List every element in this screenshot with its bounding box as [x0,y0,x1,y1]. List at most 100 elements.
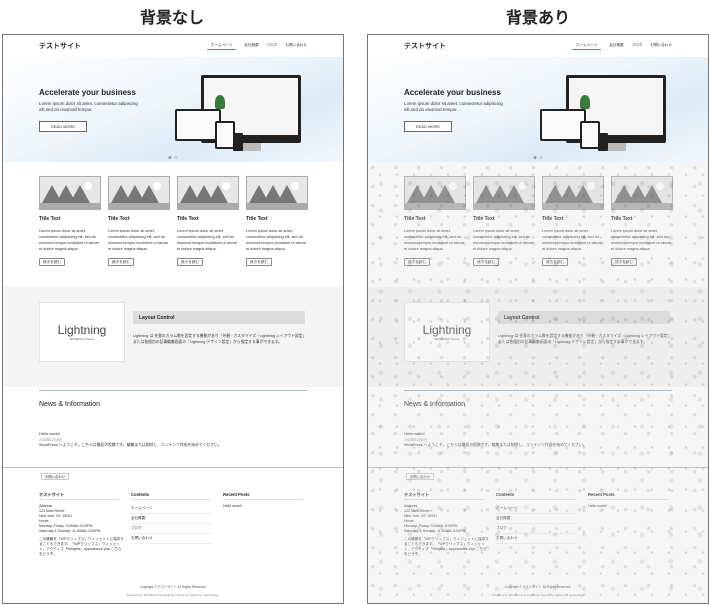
layout-control-text: Lightning は 任意のカラム数を設定する機能があり「外観 › カスタマイ… [133,334,305,344]
nav-blog[interactable]: ブログ [632,42,643,50]
card-button[interactable]: 続きを読む [611,258,637,266]
site-header: テストサイト ホームページ 会社概要 ブログ お問い合わせ [368,35,708,57]
read-more-button[interactable]: READ MORE [404,121,452,132]
footer-contact-button[interactable]: お問い合わせ [41,473,69,480]
nav-blog[interactable]: ブログ [267,42,278,50]
pr-card: Title Text Lorem ipsum dolor sit amet, c… [177,176,239,287]
footer-contact-button[interactable]: お問い合わせ [406,473,434,480]
footer-link-about[interactable]: 会社概要 [496,514,576,524]
copyright: Copyright © テストサイト All Rights Reserved. [504,585,572,589]
nav-home[interactable]: ホームページ [571,42,602,50]
placeholder-image [542,176,604,210]
footer-contents-title: Contents [131,492,211,500]
site-title[interactable]: テストサイト [404,41,446,51]
site-footer: お問い合わせ テストサイト Address 123 Main Street Ne… [368,467,708,603]
post-excerpt: WordPress へようこそ。こちらは最初の投稿です。編集または削除し、コンテ… [39,443,222,447]
placeholder-image [39,176,101,210]
pr-cards: Title Text Lorem ipsum dolor sit amet, c… [3,162,343,287]
pr-card: Title Text Lorem ipsum dolor sit amet, c… [108,176,170,287]
news-section: News & Information Hello world! 2023年12月… [368,387,708,467]
footer-link-blog[interactable]: ブログ [496,524,576,534]
news-title: News & Information [404,401,466,408]
global-nav: ホームページ 会社概要 ブログ お問い合わせ [206,42,307,50]
lightning-logo: Lightning WordPress Theme [404,302,490,362]
nav-home[interactable]: ホームページ [206,42,237,50]
nav-contact[interactable]: お問い合わせ [650,42,672,50]
news-section: News & Information Hello world! 2023年12月… [3,387,343,467]
footer-site-title: テストサイト [404,492,484,500]
card-title: Title Text [542,216,564,222]
card-title: Title Text [108,216,130,222]
placeholder-image [177,176,239,210]
card-text: Lorem ipsum dolor sit amet, consectetur … [39,229,100,251]
pr-card: Title Text Lorem ipsum dolor sit amet, c… [39,176,101,287]
footer-col-recent: Recent Posts Hello world! [588,492,668,509]
card-button[interactable]: 続きを読む [108,258,134,266]
footer-note: この情報を「WPクリップス」ウィジェットに保存することもできます。「WPクリップ… [404,537,489,556]
layout-control-title: Layout Control [498,311,670,324]
pr-cards: Title Text Lorem ipsum dolor sit amet, c… [368,162,708,287]
card-button[interactable]: 続きを読む [473,258,499,266]
placeholder-image [246,176,308,210]
logo-text: Lightning [57,323,107,337]
placeholder-image [404,176,466,210]
site-footer: お問い合わせ テストサイト Address 123 Main Street Ne… [3,467,343,603]
read-more-button[interactable]: READ MORE [39,121,87,132]
slider-dots[interactable] [533,156,543,159]
post-title[interactable]: Hello world! [404,431,425,436]
placeholder-image [611,176,673,210]
footer-link-contact[interactable]: お問い合わせ [131,534,211,544]
footer-link-blog[interactable]: ブログ [131,524,211,534]
footer-note: この情報を「WPクリップス」ウィジェットに保存することもできます。「WPクリップ… [39,537,124,556]
post-title[interactable]: Hello world! [39,431,60,436]
footer-recent-title: Recent Posts [588,492,668,500]
card-title: Title Text [246,216,268,222]
logo-subtext: WordPress Theme [69,337,95,341]
nav-about[interactable]: 会社概要 [609,42,623,50]
slider-dots[interactable] [168,156,178,159]
card-title: Title Text [473,216,495,222]
pr-card: Title Text Lorem ipsum dolor sit amet, c… [611,176,673,287]
footer-link-home[interactable]: ホームページ [131,504,211,514]
pr-card: Title Text Lorem ipsum dolor sit amet, c… [246,176,308,287]
footer-col-site: テストサイト Address 123 Main Street New York,… [404,492,490,557]
site-header: テストサイト ホームページ 会社概要 ブログ お問い合わせ [3,35,343,57]
hero-slider: Accelerate your business Lorem ipsum dol… [3,57,343,162]
copyright: Copyright © テストサイト All Rights Reserved. [139,585,207,589]
site-preview-with-background: テストサイト ホームページ 会社概要 ブログ お問い合わせ Accelerate… [367,34,709,604]
card-text: Lorem ipsum dolor sit amet, consectetur … [542,229,603,251]
card-text: Lorem ipsum dolor sit amet, consectetur … [611,229,672,251]
footer-col-recent: Recent Posts Hello world! [223,492,303,509]
footer-site-title: テストサイト [39,492,119,500]
site-title[interactable]: テストサイト [39,41,81,51]
footer-link-contact[interactable]: お問い合わせ [496,534,576,544]
footer-link-about[interactable]: 会社概要 [131,514,211,524]
logo-text: Lightning [422,323,472,337]
hero-slider: Accelerate your business Lorem ipsum dol… [368,57,708,162]
card-button[interactable]: 続きを読む [246,258,272,266]
global-nav: ホームページ 会社概要 ブログ お問い合わせ [571,42,672,50]
footer-recent-post[interactable]: Hello world! [588,504,668,509]
footer-recent-title: Recent Posts [223,492,303,500]
news-title: News & Information [39,401,101,408]
card-title: Title Text [404,216,426,222]
card-button[interactable]: 続きを読む [39,258,65,266]
footer-link-home[interactable]: ホームページ [496,504,576,514]
footer-col-contents: Contents ホームページ 会社概要 ブログ お問い合わせ [496,492,576,544]
card-button[interactable]: 続きを読む [404,258,430,266]
nav-about[interactable]: 会社概要 [244,42,258,50]
footer-hours-3: Saturday & Sunday: 11:00AM–3:00PM [404,529,466,533]
footer-recent-post[interactable]: Hello world! [223,504,303,509]
card-button[interactable]: 続きを読む [542,258,568,266]
pr-card: Title Text Lorem ipsum dolor sit amet, c… [542,176,604,287]
placeholder-image [473,176,535,210]
hero-text: Lorem ipsum dolor sit amet, consectetur … [39,101,138,112]
post-date: 2023年12月6日 [404,438,428,442]
nav-contact[interactable]: お問い合わせ [285,42,307,50]
card-button[interactable]: 続きを読む [177,258,203,266]
layout-control-section: Lightning WordPress Theme Layout Control … [368,287,708,387]
layout-control-section: Lightning WordPress Theme Layout Control … [3,287,343,387]
card-text: Lorem ipsum dolor sit amet, consectetur … [246,229,307,251]
card-text: Lorem ipsum dolor sit amet, consectetur … [177,229,238,251]
lightning-logo: Lightning WordPress Theme [39,302,125,362]
